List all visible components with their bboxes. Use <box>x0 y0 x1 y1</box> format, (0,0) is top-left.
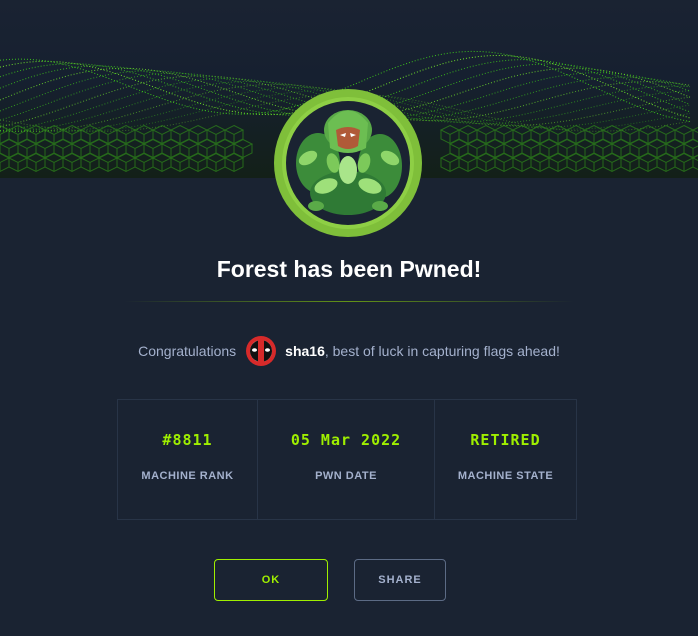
machine-rank-label: MACHINE RANK <box>141 470 234 482</box>
machine-state-label: MACHINE STATE <box>457 470 554 482</box>
pwn-stats-panel: #8811 MACHINE RANK 05 Mar 2022 PWN DATE … <box>117 399 577 520</box>
pwned-title: Forest has been Pwned! <box>216 256 482 282</box>
pwn-date-label: PWN DATE <box>315 470 377 482</box>
congrats-suffix: , best of luck in capturing flags ahead! <box>324 343 560 359</box>
forest-machine-avatar <box>268 88 428 238</box>
share-button[interactable]: SHARE <box>354 559 446 601</box>
machine-rank-value: #8811 <box>162 431 213 449</box>
stat-machine-state: RETIRED MACHINE STATE <box>435 400 576 519</box>
stat-pwn-date: 05 Mar 2022 PWN DATE <box>258 400 435 519</box>
deadpool-avatar-icon <box>245 335 277 367</box>
pwn-date-value: 05 Mar 2022 <box>290 431 402 449</box>
username: sha16 <box>285 343 325 359</box>
title-divider <box>124 301 574 302</box>
congrats-prefix: Congratulations <box>138 343 237 359</box>
congratulations-message: Congratulations sha16 , best of luck in … <box>0 336 698 366</box>
stat-machine-rank: #8811 MACHINE RANK <box>118 400 258 519</box>
ok-button[interactable]: OK <box>214 559 328 601</box>
machine-state-value: RETIRED <box>470 431 541 449</box>
